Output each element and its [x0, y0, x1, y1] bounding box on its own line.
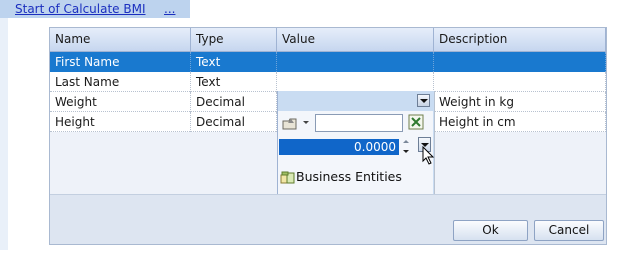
cell-description: Height in cm [434, 112, 606, 132]
business-entities-item[interactable]: Business Entities [278, 167, 433, 187]
cell-name: Last Name [50, 72, 191, 92]
cell-description [434, 52, 606, 72]
cell-type: Decimal [191, 112, 277, 132]
cell-type: Text [191, 52, 277, 72]
title-bar: Start of Calculate BMI ... [0, 0, 190, 18]
ok-button[interactable]: Ok [453, 220, 528, 241]
cell-type: Decimal [191, 92, 277, 112]
mouse-cursor-icon [422, 146, 435, 165]
number-input[interactable]: 0.0000 [279, 139, 399, 155]
parameters-dialog: Name Type Value Description First Name T… [49, 27, 607, 245]
table-row[interactable]: First Name Text [50, 52, 606, 72]
column-header-value[interactable]: Value [277, 28, 434, 51]
value-dropdown-button[interactable] [417, 94, 430, 107]
cell-name: Weight [50, 92, 191, 112]
column-header-name[interactable]: Name [50, 28, 191, 51]
chevron-down-icon[interactable] [303, 121, 309, 124]
cell-value[interactable] [277, 72, 434, 92]
cell-name: Height [50, 112, 191, 132]
spin-up-button[interactable] [402, 138, 411, 146]
spin-down-button[interactable] [402, 148, 411, 156]
business-entity-icon [280, 171, 295, 184]
cell-value[interactable] [277, 52, 434, 72]
column-header-type[interactable]: Type [191, 28, 277, 51]
cell-type: Text [191, 72, 277, 92]
open-folder-icon[interactable] [282, 117, 300, 131]
more-link[interactable]: ... [164, 2, 175, 16]
left-gutter [0, 18, 8, 250]
cell-description [434, 72, 606, 92]
dialog-footer: Ok Cancel [50, 194, 606, 244]
column-header-description[interactable]: Description [434, 28, 606, 51]
cell-description: Weight in kg [434, 92, 606, 112]
column-divider [434, 91, 435, 194]
start-link[interactable]: Start of Calculate BMI [15, 2, 146, 16]
reference-input[interactable] [315, 114, 403, 132]
value-editor: 0.0000 Business Entities [277, 91, 435, 194]
editor-popup: 0.0000 Business Entities [278, 111, 435, 194]
parameter-grid: Name Type Value Description First Name T… [50, 28, 606, 194]
table-row[interactable]: Last Name Text [50, 72, 606, 92]
cancel-button[interactable]: Cancel [534, 220, 604, 241]
grid-header: Name Type Value Description [50, 28, 606, 52]
cell-name: First Name [50, 52, 191, 72]
business-entities-label: Business Entities [296, 169, 402, 184]
excel-icon[interactable] [408, 114, 424, 130]
